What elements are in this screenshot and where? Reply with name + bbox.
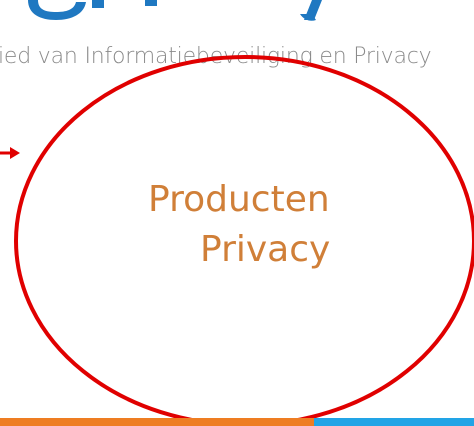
annotation-arrow-icon [0, 147, 20, 159]
product-title-line-1: Producten [148, 179, 330, 220]
page-heading-fragment [0, 0, 474, 22]
bottom-accent-bar-orange [0, 418, 314, 426]
bottom-accent-bar-blue [314, 418, 474, 426]
page-subtitle: ied van Informatiebeveiliging en Privacy [0, 44, 432, 69]
page: ied van Informatiebeveiliging en Privacy… [0, 0, 474, 426]
heading-descenders-graphic [28, 0, 322, 21]
product-title-line-2: Privacy [200, 229, 331, 270]
